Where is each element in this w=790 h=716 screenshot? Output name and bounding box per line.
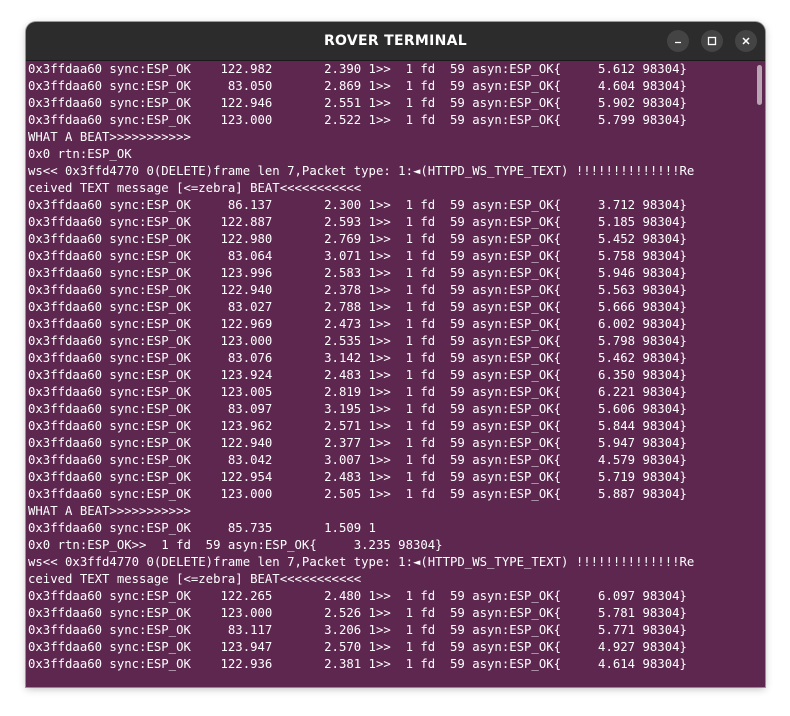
terminal-line: ceived TEXT message [<=zebra] BEAT<<<<<<… bbox=[28, 572, 362, 586]
terminal-line: 0x3ffdaa60 sync:ESP_OK 83.097 3.195 1>> … bbox=[28, 402, 687, 416]
terminal-line: 0x3ffdaa60 sync:ESP_OK 122.940 2.377 1>>… bbox=[28, 436, 687, 450]
terminal-line: 0x3ffdaa60 sync:ESP_OK 123.000 2.535 1>>… bbox=[28, 334, 687, 348]
terminal-area[interactable]: 0x3ffdaa60 sync:ESP_OK 122.982 2.390 1>>… bbox=[26, 61, 765, 687]
terminal-line: 0x3ffdaa60 sync:ESP_OK 122.265 2.480 1>>… bbox=[28, 589, 687, 603]
terminal-line: 0x3ffdaa60 sync:ESP_OK 123.000 2.522 1>>… bbox=[28, 113, 687, 127]
close-button[interactable] bbox=[735, 30, 757, 52]
terminal-line: WHAT A BEAT>>>>>>>>>>> bbox=[28, 504, 191, 518]
terminal-line: ws<< 0x3ffd4770 0(DELETE)frame len 7,Pac… bbox=[28, 164, 695, 178]
terminal-line: 0x3ffdaa60 sync:ESP_OK 83.064 3.071 1>> … bbox=[28, 249, 687, 263]
terminal-line: 0x3ffdaa60 sync:ESP_OK 123.924 2.483 1>>… bbox=[28, 368, 687, 382]
terminal-line: 0x3ffdaa60 sync:ESP_OK 86.137 2.300 1>> … bbox=[28, 198, 687, 212]
maximize-icon bbox=[707, 36, 717, 46]
terminal-line: ws<< 0x3ffd4770 0(DELETE)frame len 7,Pac… bbox=[28, 555, 695, 569]
terminal-line: 0x3ffdaa60 sync:ESP_OK 123.962 2.571 1>>… bbox=[28, 419, 687, 433]
terminal-line: 0x3ffdaa60 sync:ESP_OK 83.027 2.788 1>> … bbox=[28, 300, 687, 314]
terminal-line: 0x3ffdaa60 sync:ESP_OK 122.936 2.381 1>>… bbox=[28, 657, 687, 671]
scrollbar-thumb[interactable] bbox=[757, 65, 762, 105]
terminal-line: 0x3ffdaa60 sync:ESP_OK 123.000 2.505 1>>… bbox=[28, 487, 687, 501]
minimize-button[interactable] bbox=[667, 30, 689, 52]
terminal-line: 0x3ffdaa60 sync:ESP_OK 122.980 2.769 1>>… bbox=[28, 232, 687, 246]
terminal-line: 0x3ffdaa60 sync:ESP_OK 122.887 2.593 1>>… bbox=[28, 215, 687, 229]
terminal-line: WHAT A BEAT>>>>>>>>>>> bbox=[28, 130, 191, 144]
title-bar[interactable]: ROVER TERMINAL bbox=[26, 22, 765, 61]
terminal-line: 0x3ffdaa60 sync:ESP_OK 83.076 3.142 1>> … bbox=[28, 351, 687, 365]
terminal-line: 0x3ffdaa60 sync:ESP_OK 122.940 2.378 1>>… bbox=[28, 283, 687, 297]
maximize-button[interactable] bbox=[701, 30, 723, 52]
terminal-line: 0x3ffdaa60 sync:ESP_OK 122.969 2.473 1>>… bbox=[28, 317, 687, 331]
terminal-line: 0x0 rtn:ESP_OK bbox=[28, 147, 132, 161]
terminal-line: 0x3ffdaa60 sync:ESP_OK 123.005 2.819 1>>… bbox=[28, 385, 687, 399]
window-title: ROVER TERMINAL bbox=[323, 33, 468, 49]
terminal-line: 0x3ffdaa60 sync:ESP_OK 83.117 3.206 1>> … bbox=[28, 623, 687, 637]
terminal-window: ROVER TERMINAL 0x3ffdaa60 sync:ESP_OK 12… bbox=[26, 22, 765, 687]
terminal-line: 0x3ffdaa60 sync:ESP_OK 122.954 2.483 1>>… bbox=[28, 470, 687, 484]
terminal-line: 0x3ffdaa60 sync:ESP_OK 83.042 3.007 1>> … bbox=[28, 453, 687, 467]
terminal-line: 0x0 rtn:ESP_OK>> 1 fd 59 asyn:ESP_OK{ 3.… bbox=[28, 538, 443, 552]
terminal-line: 0x3ffdaa60 sync:ESP_OK 123.996 2.583 1>>… bbox=[28, 266, 687, 280]
terminal-line: 0x3ffdaa60 sync:ESP_OK 122.946 2.551 1>>… bbox=[28, 96, 687, 110]
terminal-line: 0x3ffdaa60 sync:ESP_OK 122.982 2.390 1>>… bbox=[28, 62, 687, 76]
terminal-line: 0x3ffdaa60 sync:ESP_OK 123.947 2.570 1>>… bbox=[28, 640, 687, 654]
terminal-line: ceived TEXT message [<=zebra] BEAT<<<<<<… bbox=[28, 181, 362, 195]
terminal-output[interactable]: 0x3ffdaa60 sync:ESP_OK 122.982 2.390 1>>… bbox=[28, 61, 751, 673]
minimize-icon bbox=[673, 36, 683, 46]
terminal-line: 0x3ffdaa60 sync:ESP_OK 85.735 1.509 1 bbox=[28, 521, 376, 535]
close-icon bbox=[741, 36, 751, 46]
terminal-line: 0x3ffdaa60 sync:ESP_OK 123.000 2.526 1>>… bbox=[28, 606, 687, 620]
terminal-line: 0x3ffdaa60 sync:ESP_OK 83.050 2.869 1>> … bbox=[28, 79, 687, 93]
